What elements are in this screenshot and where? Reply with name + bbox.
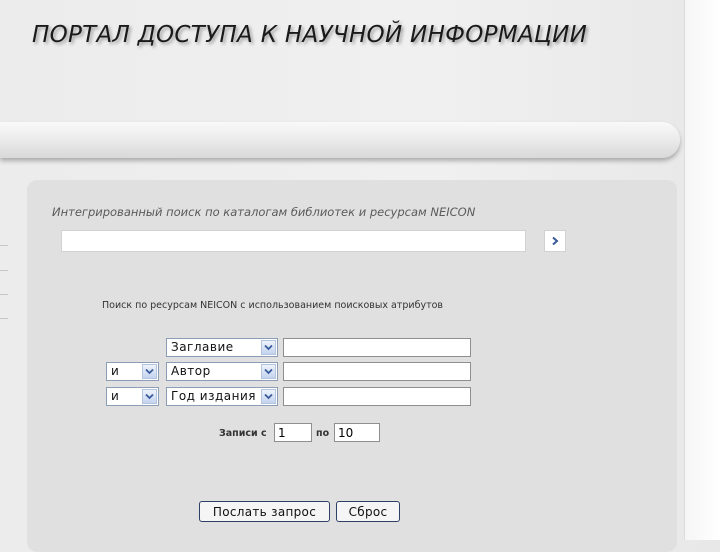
chevron-right-icon: [550, 236, 560, 246]
right-edge-strip: [684, 0, 720, 540]
operator-select-2-value: и: [111, 364, 120, 378]
chevron-down-icon: [261, 364, 276, 379]
field-select-1-value: Заглавие: [171, 340, 234, 354]
field-select-3-value: Год издания: [171, 389, 256, 403]
left-rule: [0, 294, 8, 295]
field-value-input-2[interactable]: [283, 362, 471, 381]
integrated-search-input[interactable]: [61, 230, 526, 252]
page-title: ПОРТАЛ ДОСТУПА К НАУЧНОЙ ИНФОРМАЦИИ: [32, 22, 588, 48]
records-from-input[interactable]: [274, 423, 312, 442]
operator-select-3[interactable]: и: [106, 387, 159, 406]
left-rule: [0, 245, 8, 246]
submit-query-button[interactable]: Послать запрос: [199, 501, 330, 522]
field-select-2-value: Автор: [171, 364, 211, 378]
field-value-input-1[interactable]: [283, 338, 471, 357]
search-go-button[interactable]: [544, 230, 566, 252]
attribute-search-heading: Поиск по ресурсам NEICON с использование…: [102, 300, 444, 311]
integrated-search-heading: Интегрированный поиск по каталогам библи…: [52, 205, 476, 219]
operator-select-3-value: и: [111, 389, 120, 403]
chevron-down-icon: [261, 340, 276, 355]
records-to-label: по: [316, 428, 330, 439]
left-rule: [0, 270, 8, 271]
chevron-down-icon: [142, 364, 157, 379]
header-divider-band: [0, 122, 680, 158]
field-select-2[interactable]: Автор: [166, 362, 278, 381]
records-to-input[interactable]: [334, 423, 380, 442]
chevron-down-icon: [261, 389, 276, 404]
left-rule: [0, 318, 8, 319]
field-select-1[interactable]: Заглавие: [166, 338, 278, 357]
field-select-3[interactable]: Год издания: [166, 387, 278, 406]
field-value-input-3[interactable]: [283, 387, 471, 406]
records-from-label: Записи с: [219, 428, 267, 439]
chevron-down-icon: [142, 389, 157, 404]
reset-button[interactable]: Сброс: [336, 501, 400, 522]
operator-select-2[interactable]: и: [106, 362, 159, 381]
